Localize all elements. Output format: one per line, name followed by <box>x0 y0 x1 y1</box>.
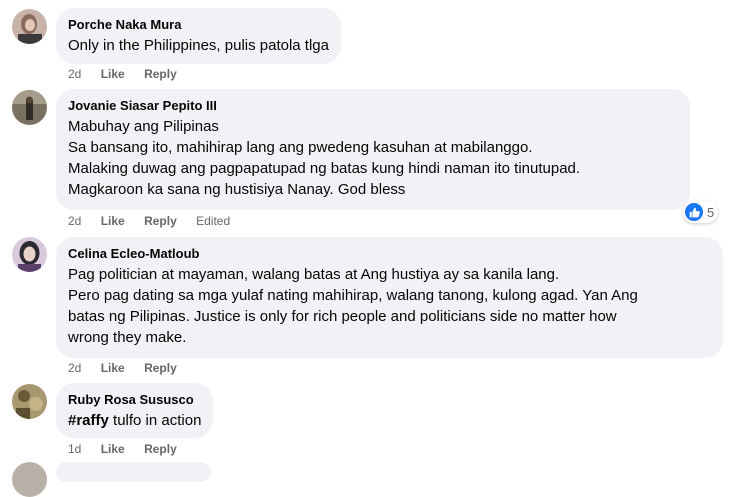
comment-time[interactable]: 2d <box>68 67 81 81</box>
comment-bubble: Porche Naka Mura Only in the Philippines… <box>56 8 341 64</box>
like-thumbs-up-icon <box>685 203 703 221</box>
like-button[interactable]: Like <box>101 67 125 81</box>
like-button[interactable]: Like <box>101 442 125 456</box>
reaction-summary[interactable]: 5 <box>683 201 719 223</box>
like-button[interactable]: Like <box>101 361 125 375</box>
comment-actions: 2d Like Reply <box>68 360 193 376</box>
avatar-photo-icon <box>12 90 47 125</box>
reply-button[interactable]: Reply <box>144 361 177 375</box>
comment-text-rest: tulfo in action <box>108 412 202 429</box>
like-button[interactable]: Like <box>101 214 125 228</box>
comment-text: Mabuhay ang Pilipinas <box>68 118 219 135</box>
comment-bubble <box>56 462 211 482</box>
comment-text: wrong they make. <box>68 329 187 346</box>
comment-time[interactable]: 2d <box>68 214 81 228</box>
reaction-count: 5 <box>707 204 715 220</box>
comment-text: Only in the Philippines, pulis patola tl… <box>68 37 329 54</box>
avatar[interactable] <box>12 237 47 272</box>
comment-actions: 1d Like Reply <box>68 441 193 457</box>
comment-text: #raffy tulfo in action <box>68 410 201 431</box>
comment-author[interactable]: Porche Naka Mura <box>68 16 329 33</box>
comment-text: batas ng Pilipinas. Justice is only for … <box>68 308 617 325</box>
comment-text: Sa bansang ito, mahihirap lang ang pwede… <box>68 139 533 156</box>
avatar[interactable] <box>12 90 47 125</box>
comment-text: Pag politician at mayaman, walang batas … <box>68 266 560 283</box>
comment-text: Magkaroon ka sana ng hustisiya Nanay. Go… <box>68 181 406 198</box>
reply-button[interactable]: Reply <box>144 67 177 81</box>
comment-actions: 2d Like Reply <box>68 66 193 82</box>
comment-author[interactable]: Jovanie Siasar Pepito III <box>68 97 678 114</box>
hashtag-link[interactable]: #raffy <box>68 412 109 429</box>
comment-text: Malaking duwag ang pagpapatupad ng batas… <box>68 160 581 177</box>
comment-bubble: Ruby Rosa Sususco #raffy tulfo in action <box>56 383 214 438</box>
reply-button[interactable]: Reply <box>144 442 177 456</box>
comment-actions: 2d Like Reply Edited <box>68 213 246 229</box>
comment-author[interactable]: Ruby Rosa Sususco <box>68 391 201 408</box>
edited-label[interactable]: Edited <box>196 214 230 228</box>
avatar[interactable] <box>12 384 47 419</box>
reply-button[interactable]: Reply <box>144 214 177 228</box>
avatar[interactable] <box>12 462 47 497</box>
avatar[interactable] <box>12 9 47 44</box>
comment-time[interactable]: 2d <box>68 361 81 375</box>
comment-author[interactable]: Celina Ecleo-Matloub <box>68 245 711 262</box>
comment-time[interactable]: 1d <box>68 442 81 456</box>
avatar-photo-icon <box>12 237 47 272</box>
avatar-photo-icon <box>12 384 47 419</box>
comment-bubble: Celina Ecleo-Matloub Pag politician at m… <box>56 237 723 358</box>
comment-text: Pero pag dating sa mga yulaf nating mahi… <box>68 287 638 304</box>
comment-bubble: Jovanie Siasar Pepito III Mabuhay ang Pi… <box>56 89 690 210</box>
avatar-photo-icon <box>12 9 47 44</box>
